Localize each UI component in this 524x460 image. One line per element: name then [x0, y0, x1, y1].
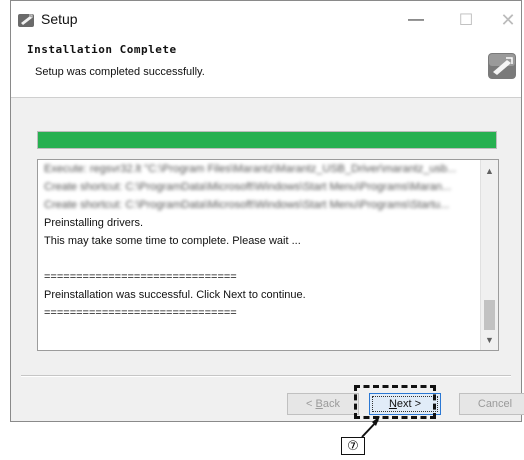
focus-rectangle: [372, 396, 438, 412]
setup-app-icon: [18, 14, 34, 27]
back-button[interactable]: < Back: [287, 393, 359, 415]
minimize-icon: —: [408, 11, 424, 28]
log-line: Create shortcut: C:\ProgramData\Microsof…: [44, 181, 452, 193]
cancel-button-label: Cancel: [477, 398, 513, 410]
log-line: Preinstalling drivers.: [44, 217, 144, 229]
wizard-header: Installation Complete Setup was complete…: [11, 39, 521, 98]
scroll-up-icon[interactable]: ▲: [481, 162, 498, 179]
window-title: Setup: [41, 11, 78, 27]
progress-fill: [38, 132, 496, 148]
log-line: ==============================: [44, 307, 237, 319]
install-progress-bar: [37, 131, 497, 149]
minimize-button[interactable]: —: [399, 7, 433, 33]
close-icon: ✕: [500, 9, 516, 30]
installer-icon: [488, 53, 516, 79]
maximize-icon: ☐: [458, 12, 474, 29]
close-button[interactable]: ✕: [491, 7, 524, 33]
log-line: Preinstallation was successful. Click Ne…: [44, 289, 306, 301]
log-scrollbar[interactable]: ▲ ▼: [480, 160, 498, 350]
log-line: Execute: regsvr32.lt "C:\Program Files\M…: [44, 163, 457, 175]
install-log: Execute: regsvr32.lt "C:\Program Files\M…: [37, 159, 499, 351]
scroll-thumb[interactable]: [484, 300, 495, 330]
maximize-button[interactable]: ☐: [449, 7, 483, 33]
log-lines: Execute: regsvr32.lt "C:\Program Files\M…: [44, 160, 480, 322]
callout-number: ⑦: [341, 437, 365, 455]
header-subtitle: Setup was completed successfully.: [35, 66, 205, 78]
log-line: ==============================: [44, 271, 237, 283]
back-button-prefix: <: [306, 398, 316, 410]
setup-window: Setup — ☐ ✕ Installation Complete Setup …: [10, 0, 524, 422]
back-button-mnemonic: B: [315, 398, 323, 410]
cancel-button[interactable]: Cancel: [459, 393, 524, 415]
footer-separator: [21, 375, 511, 377]
title-bar: Setup — ☐ ✕: [11, 1, 521, 39]
scroll-down-icon[interactable]: ▼: [481, 331, 498, 348]
back-button-label: ack: [322, 398, 340, 410]
header-title: Installation Complete: [27, 43, 177, 56]
log-line: This may take some time to complete. Ple…: [44, 235, 301, 247]
log-line: Create shortcut: C:\ProgramData\Microsof…: [44, 199, 450, 211]
next-button[interactable]: Next >: [369, 393, 441, 415]
